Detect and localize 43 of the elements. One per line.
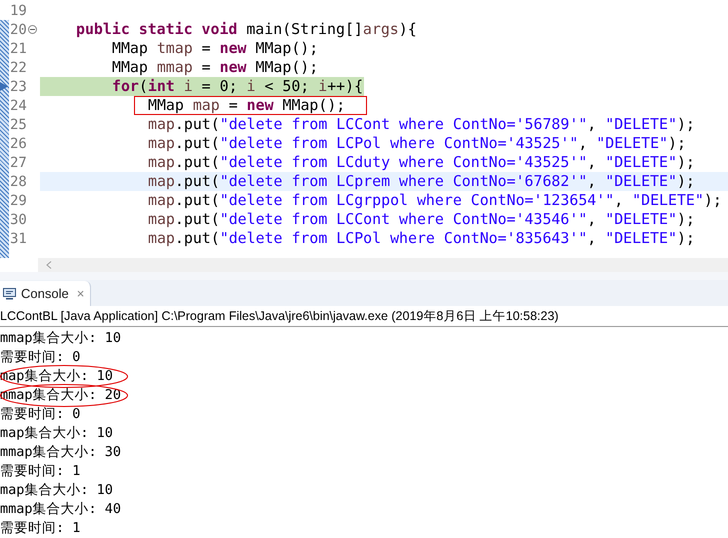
code-line: map.put("delete from LCCont where ContNo='43546'", "DELETE"); [148,209,695,230]
console-line: mmap集合大小: 40 [0,500,122,520]
code-line: map.put("delete from LCPol where ContNo='43525'", "DELETE"); [148,133,686,154]
line-number: 23 [10,80,27,94]
line-number: 22 [10,60,27,74]
console-header: LCContBL [Java Application] C:\Program Files\Java\jre6\bin\javaw.exe (2019年8月6日 上午10:58:23) [0,308,559,325]
horizontal-scrollbar[interactable] [38,258,728,272]
code-line: map.put("delete from LCCont where ContNo='56789'", "DELETE"); [148,114,695,136]
line-number: 29 [10,194,27,208]
code-line: public static void main(String[]args){ [76,19,417,40]
scroll-left-icon[interactable] [46,261,52,269]
line-number: 27 [10,156,27,170]
line-number: 20 [10,22,27,36]
debug-pointer-icon [0,81,9,92]
collapse-icon[interactable] [28,25,37,34]
code-line: MMap tmap = new MMap(); [112,38,318,60]
line-number: 19 [10,4,27,18]
code-line: map.put("delete from LCduty where ContNo='43525'", "DELETE"); [148,152,695,174]
line-number: 28 [10,174,27,188]
console-line: mmap集合大小: 30 [0,443,122,462]
code-line: map.put("delete from LCPol where ContNo='835643'", "DELETE"); [148,228,695,250]
code-line: for(int i = 0; i < 50; i++){ [112,76,364,98]
console-tab[interactable]: Console × [0,281,92,306]
monitor-icon [3,288,16,300]
line-number: 31 [10,232,27,246]
console-line: 需要时间: 0 [0,348,80,368]
close-tab-button[interactable]: × [76,284,84,304]
line-number: 25 [10,118,27,132]
console-line: 需要时间: 1 [0,462,80,482]
console-line: 需要时间: 1 [0,519,80,538]
code-line: map.put("delete from LCprem where ContNo='67682'", "DELETE"); [148,171,695,192]
line-number: 21 [10,42,27,56]
code-line: MMap map = new MMap(); [148,95,346,116]
tab-label: Console [21,284,69,303]
line-number: 24 [10,98,27,112]
console-line: 需要时间: 0 [0,405,80,424]
line-number: 26 [10,136,27,150]
console-line: map集合大小: 10 [0,481,113,500]
code-line: MMap mmap = new MMap(); [112,57,318,78]
code-line: map.put("delete from LCgrppol where ContNo='123654'", "DELETE"); [148,190,722,212]
console-line: mmap集合大小: 10 [0,329,122,348]
console-line: map集合大小: 10 [0,424,113,444]
line-number: 30 [10,212,27,226]
